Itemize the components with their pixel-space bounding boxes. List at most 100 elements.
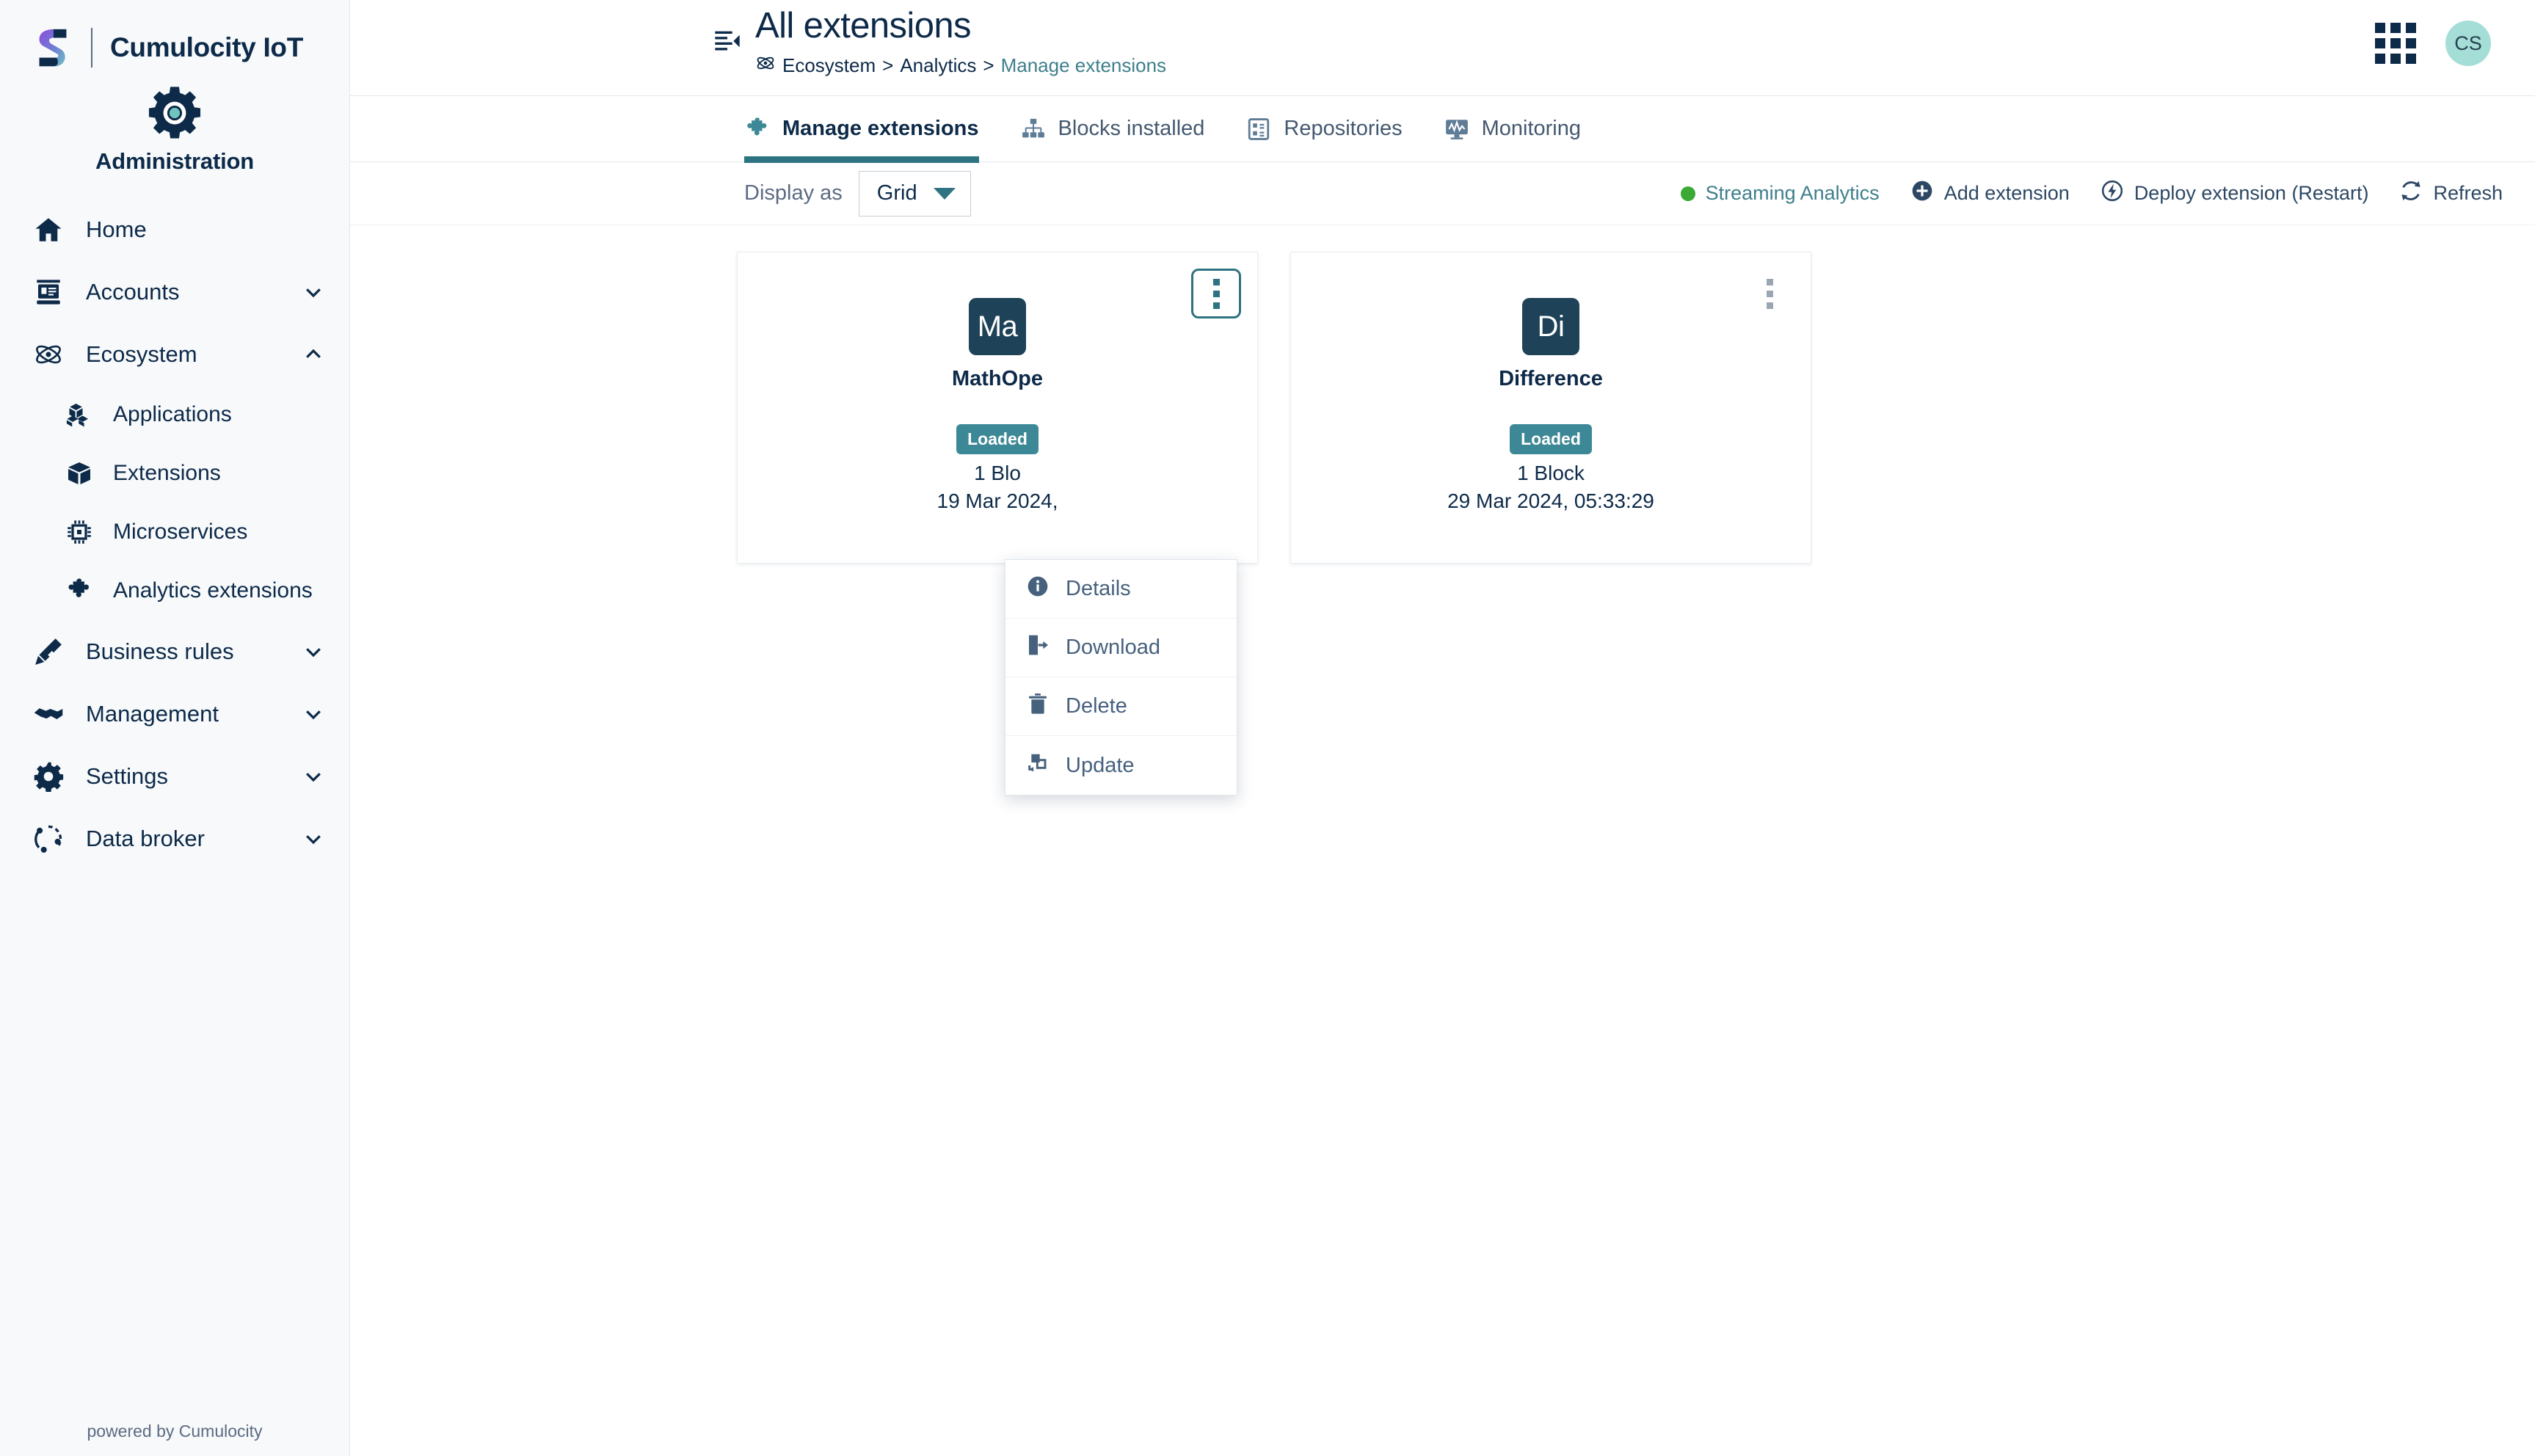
menu-item-delete[interactable]: Delete: [1005, 677, 1237, 736]
streaming-analytics-status[interactable]: Streaming Analytics: [1680, 182, 1880, 205]
main-area: All extensions Ecosystem > Analytics > M…: [350, 0, 2535, 1456]
menu-item-download[interactable]: Download: [1005, 619, 1237, 677]
data-broker-icon: [31, 821, 66, 856]
cubes-icon: [65, 397, 94, 432]
page-title: All extensions: [755, 6, 972, 46]
atom-icon: [755, 53, 776, 79]
chevron-down-icon[interactable]: [302, 703, 324, 725]
collapse-sidebar-icon[interactable]: [713, 26, 745, 59]
sidebar-item-business-rules[interactable]: Business rules: [0, 620, 349, 682]
chevron-down-icon[interactable]: [302, 281, 324, 303]
card-menu-button[interactable]: [1745, 269, 1794, 318]
brand-divider: [91, 28, 92, 68]
action-label: Streaming Analytics: [1705, 182, 1880, 204]
add-extension-button[interactable]: Add extension: [1910, 179, 2070, 208]
blocks-hierarchy-icon: [1020, 116, 1047, 142]
card-context-menu: Details Download Delete Update: [1005, 559, 1237, 796]
extension-card[interactable]: Ma MathOpe Loaded 1 Blo 19 Mar 2024,: [737, 252, 1258, 564]
application-name: Administration: [95, 148, 254, 174]
menu-item-label: Details: [1066, 577, 1131, 600]
sidebar-item-label: Business rules: [86, 638, 234, 664]
toolbar-actions: Streaming Analytics Add extension Deploy…: [1680, 179, 2503, 208]
toolbar: Display as Grid Streaming Analytics Add …: [350, 162, 2535, 225]
sidebar-item-label: Microservices: [113, 520, 248, 544]
action-label: Refresh: [2433, 182, 2503, 204]
puzzle-icon: [65, 573, 94, 608]
refresh-button[interactable]: Refresh: [2399, 179, 2503, 208]
extension-block-count: 1 Blo: [974, 462, 1021, 484]
app-root: Cumulocity IoT Administration Home Accou…: [0, 0, 2535, 1456]
menu-item-details[interactable]: Details: [1005, 560, 1237, 619]
tab-blocks-installed[interactable]: Blocks installed: [1000, 96, 1226, 162]
tab-label: Blocks installed: [1058, 117, 1205, 140]
topbar: All extensions Ecosystem > Analytics > M…: [350, 0, 2535, 96]
extension-avatar: Ma: [969, 298, 1026, 355]
sidebar-item-extensions[interactable]: Extensions: [34, 444, 349, 503]
cumulocity-s-logo-icon: [29, 25, 75, 70]
application-identity: Administration: [0, 69, 349, 194]
display-as-value: Grid: [876, 181, 917, 205]
sidebar-item-microservices[interactable]: Microservices: [34, 503, 349, 561]
content-area: Ma MathOpe Loaded 1 Blo 19 Mar 2024, Di …: [350, 225, 2535, 1456]
sidebar-item-home[interactable]: Home: [0, 198, 349, 261]
tab-monitoring[interactable]: Monitoring: [1423, 96, 1601, 162]
extension-card[interactable]: Di Difference Loaded 1 Block 29 Mar 2024…: [1290, 252, 1811, 564]
sidebar-item-label: Management: [86, 700, 219, 727]
update-icon: [1026, 751, 1050, 780]
display-as-label: Display as: [744, 181, 843, 205]
tab-manage-extensions[interactable]: Manage extensions: [744, 96, 1000, 163]
sidebar-item-ecosystem[interactable]: Ecosystem: [0, 323, 349, 385]
tab-repositories[interactable]: Repositories: [1225, 96, 1422, 162]
download-icon: [1026, 633, 1050, 663]
sidebar-item-label: Extensions: [113, 461, 221, 485]
grid-apps-icon[interactable]: [2375, 23, 2416, 64]
sidebar-item-applications[interactable]: Applications: [34, 385, 349, 444]
card-menu-button[interactable]: [1191, 269, 1241, 318]
sidebar-item-settings[interactable]: Settings: [0, 745, 349, 807]
display-as-select[interactable]: Grid: [858, 170, 971, 216]
sidebar-item-label: Data broker: [86, 825, 205, 851]
breadcrumb-item-ecosystem[interactable]: Ecosystem: [782, 54, 876, 77]
menu-item-label: Download: [1066, 636, 1160, 659]
info-circle-icon: [1026, 575, 1050, 604]
breadcrumb-item-analytics[interactable]: Analytics: [900, 54, 976, 77]
deploy-extension-button[interactable]: Deploy extension (Restart): [2101, 179, 2368, 208]
chevron-down-icon[interactable]: [302, 641, 324, 663]
sidebar-subnav-ecosystem: Applications Extensions Microservices An…: [0, 385, 349, 620]
chevron-up-icon[interactable]: [302, 343, 324, 365]
sidebar: Cumulocity IoT Administration Home Accou…: [0, 0, 350, 1456]
box-icon: [65, 456, 94, 491]
display-as-control: Display as Grid: [744, 170, 971, 216]
page-header: All extensions Ecosystem > Analytics > M…: [350, 0, 1166, 79]
gear-icon: [31, 759, 66, 794]
chevron-down-icon[interactable]: [302, 765, 324, 787]
pencil-ruler-icon: [31, 634, 66, 669]
sidebar-item-analytics-extensions[interactable]: Analytics extensions: [34, 561, 349, 620]
status-badge: Loaded: [1510, 424, 1592, 454]
chevron-down-icon: [933, 187, 956, 200]
sidebar-item-management[interactable]: Management: [0, 682, 349, 745]
chevron-down-icon[interactable]: [302, 828, 324, 850]
sidebar-item-label: Ecosystem: [86, 341, 197, 367]
breadcrumb-item-manage-extensions[interactable]: Manage extensions: [1001, 54, 1166, 77]
home-icon: [31, 212, 66, 247]
avatar[interactable]: CS: [2445, 21, 2491, 66]
menu-item-label: Delete: [1066, 694, 1127, 718]
chip-icon: [65, 514, 94, 550]
extension-date: 19 Mar 2024,: [936, 489, 1058, 512]
trash-icon: [1026, 692, 1050, 721]
handshake-icon: [31, 696, 66, 732]
menu-item-update[interactable]: Update: [1005, 736, 1237, 795]
plus-circle-icon: [1910, 179, 1934, 208]
sidebar-item-label: Accounts: [86, 278, 180, 305]
brand-name: Cumulocity IoT: [110, 32, 304, 62]
sidebar-item-data-broker[interactable]: Data broker: [0, 807, 349, 870]
tab-label: Manage extensions: [782, 117, 979, 140]
accounts-icon: [31, 274, 66, 310]
sidebar-item-accounts[interactable]: Accounts: [0, 261, 349, 323]
sidebar-item-label: Settings: [86, 762, 169, 789]
tab-label: Monitoring: [1481, 117, 1581, 140]
topbar-right: CS: [2375, 0, 2506, 66]
status-badge: Loaded: [956, 424, 1039, 454]
tab-bar: Manage extensions Blocks installed Repos…: [350, 96, 2535, 163]
